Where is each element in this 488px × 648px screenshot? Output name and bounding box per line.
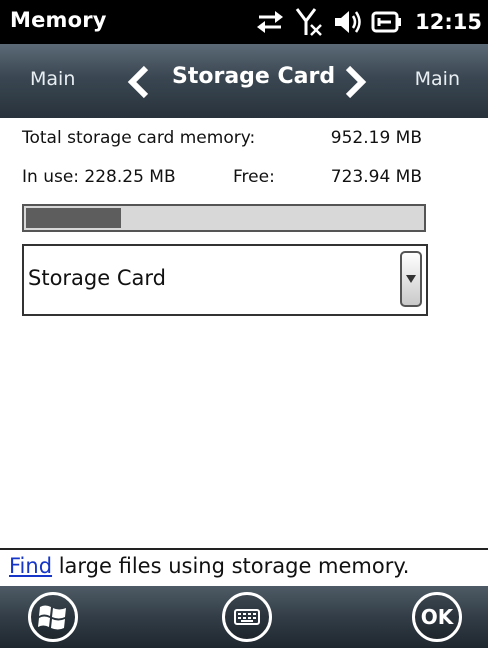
usage-bar — [22, 204, 426, 232]
volume-icon — [333, 9, 361, 35]
memory-panel: Total storage card memory: 952.19 MB In … — [0, 118, 488, 548]
find-link[interactable]: Find — [9, 554, 52, 578]
usage-bar-fill — [26, 208, 121, 228]
free-value: 723.94 MB — [330, 167, 422, 187]
keyboard-icon — [234, 609, 260, 625]
find-files-bar: Find large files using storage memory. — [0, 548, 488, 588]
battery-charging-icon — [371, 10, 403, 34]
find-link-description: large files using storage memory. — [52, 554, 410, 578]
ok-label: OK — [420, 605, 454, 629]
in-use-value: 228.25 MB — [84, 167, 176, 187]
dropdown-arrow-button[interactable] — [400, 251, 422, 307]
clock[interactable]: 12:15 — [415, 10, 482, 34]
ok-button[interactable]: OK — [412, 592, 462, 642]
storage-select[interactable]: Storage Card — [22, 244, 428, 316]
in-use-label: In use: — [22, 167, 80, 187]
storage-select-value: Storage Card — [28, 266, 166, 290]
start-button[interactable] — [28, 592, 78, 642]
free-label: Free: — [233, 167, 275, 187]
no-signal-icon — [295, 7, 323, 37]
soft-key-bar: OK — [0, 586, 488, 648]
tab-main-left[interactable]: Main — [30, 68, 75, 90]
chevron-right-icon[interactable] — [342, 64, 368, 104]
title-bar: Memory 12:15 — [0, 0, 488, 44]
in-use-text: In use: 228.25 MB — [22, 167, 176, 187]
windows-logo-icon — [38, 605, 66, 630]
chevron-left-icon[interactable] — [126, 64, 152, 104]
tab-storage-card[interactable]: Storage Card — [172, 64, 335, 89]
app-title: Memory — [10, 8, 107, 32]
sync-arrows-icon — [255, 9, 285, 35]
total-memory-value: 952.19 MB — [330, 128, 422, 148]
status-icons[interactable]: 12:15 — [255, 6, 482, 38]
tab-header: Main Storage Card Main — [0, 44, 488, 118]
total-memory-label: Total storage card memory: — [22, 128, 256, 148]
chevron-down-icon — [406, 275, 416, 283]
screen: Memory 12:15 Main Storage Card Main Tota… — [0, 0, 488, 648]
keyboard-button[interactable] — [222, 592, 272, 642]
tab-main-right[interactable]: Main — [415, 68, 460, 90]
